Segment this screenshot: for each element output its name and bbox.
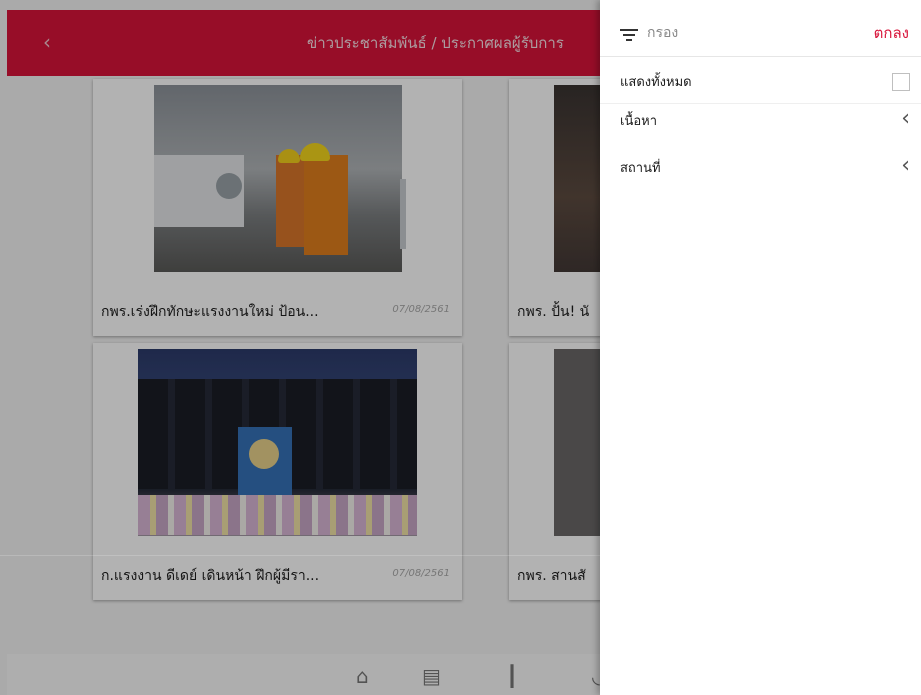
filter-title: กรอง	[647, 25, 679, 41]
chevron-left-icon[interactable]: ‹	[901, 108, 910, 130]
show-all-checkbox[interactable]	[892, 73, 910, 91]
filter-header: กรอง ตกลง	[600, 8, 921, 57]
filter-icon	[620, 29, 638, 43]
divider	[0, 555, 600, 556]
show-all-label: แสดงทั้งหมด	[620, 75, 692, 90]
confirm-button[interactable]: ตกลง	[874, 21, 909, 45]
filter-item-location[interactable]: สถานที่ ‹	[600, 145, 921, 189]
filter-item-content[interactable]: เนื้อหา ‹	[600, 98, 921, 142]
filter-item-label: เนื้อหา	[620, 114, 658, 129]
filter-drawer: กรอง ตกลง แสดงทั้งหมด เนื้อหา ‹ สถานที่ …	[600, 0, 921, 695]
chevron-left-icon[interactable]: ‹	[901, 155, 910, 177]
filter-item-label: สถานที่	[620, 161, 661, 176]
